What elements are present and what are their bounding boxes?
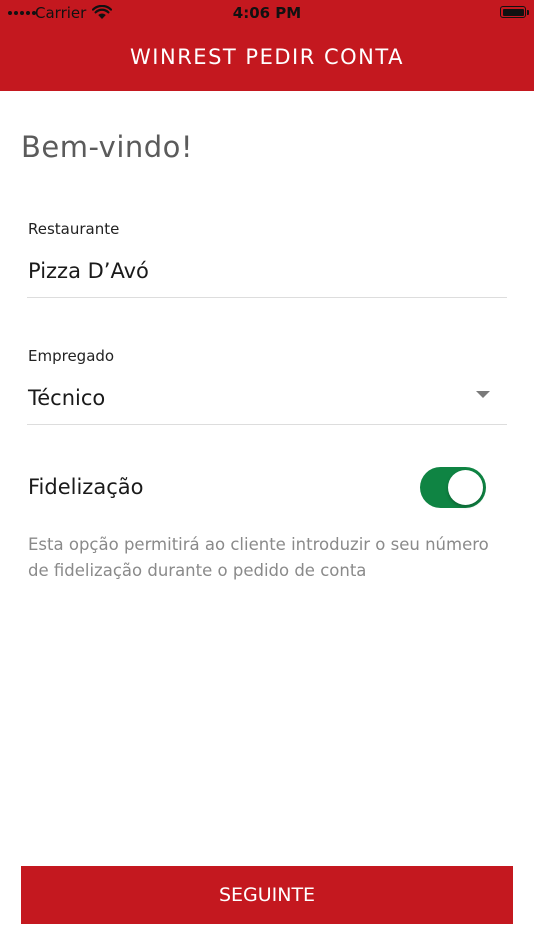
app-header: Carrier 4:06 PM WINREST PEDIR CONTA: [0, 0, 534, 91]
status-time: 4:06 PM: [232, 4, 302, 22]
status-bar: Carrier 4:06 PM: [0, 0, 534, 26]
restaurant-field[interactable]: Pizza D’Avó: [28, 259, 149, 283]
app-title: WINREST PEDIR CONTA: [130, 45, 404, 69]
toggle-knob: [448, 470, 483, 505]
employee-underline: [27, 424, 507, 425]
battery-icon: [500, 6, 529, 18]
restaurant-label: Restaurante: [28, 220, 120, 238]
loyalty-label: Fidelização: [28, 475, 144, 499]
loyalty-description: Esta opção permitirá ao cliente introduz…: [28, 535, 489, 580]
next-button[interactable]: SEGUINTE: [21, 866, 513, 924]
welcome-heading: Bem-vindo!: [21, 130, 194, 164]
employee-select[interactable]: Técnico: [28, 386, 105, 410]
dropdown-arrow-icon[interactable]: [476, 391, 490, 398]
restaurant-underline: [27, 297, 507, 298]
employee-label: Empregado: [28, 347, 115, 365]
loyalty-toggle[interactable]: [420, 467, 486, 508]
